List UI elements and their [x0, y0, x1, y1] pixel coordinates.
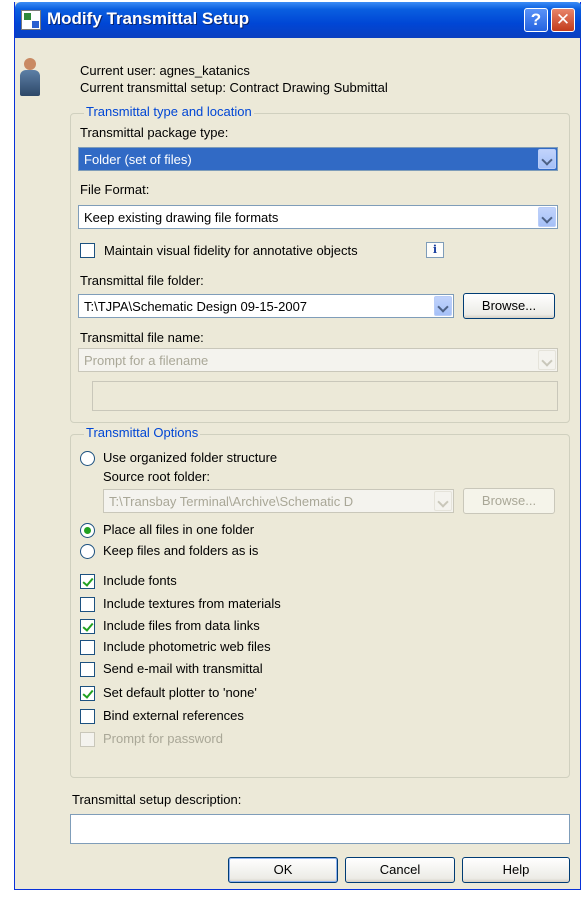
current-user-text: Current user: agnes_katanics [80, 63, 250, 78]
source-root-dropdown[interactable]: T:\Transbay Terminal\Archive\Schematic D [103, 489, 454, 513]
package-type-value: Folder (set of files) [84, 152, 192, 167]
app-icon [21, 10, 41, 30]
file-folder-dropdown[interactable]: T:\TJPA\Schematic Design 09-15-2007 [78, 294, 454, 318]
include-photometric-label: Include photometric web files [103, 639, 271, 654]
bind-xrefs-label: Bind external references [103, 708, 244, 723]
visual-fidelity-label: Maintain visual fidelity for annotative … [104, 243, 358, 258]
send-email-checkbox[interactable] [80, 662, 95, 677]
include-fonts-checkbox[interactable] [80, 574, 95, 589]
keep-structure-radio[interactable] [80, 544, 95, 559]
info-icon[interactable]: i [426, 242, 444, 258]
type-location-group-title: Transmittal type and location [84, 104, 254, 119]
organized-structure-radio[interactable] [80, 451, 95, 466]
one-folder-label: Place all files in one folder [103, 522, 255, 537]
send-email-label: Send e-mail with transmittal [103, 661, 263, 676]
ok-button[interactable]: OK [228, 857, 338, 883]
prompt-password-label: Prompt for password [103, 731, 223, 746]
file-format-label: File Format: [80, 182, 150, 197]
file-name-label: Transmittal file name: [80, 330, 204, 345]
include-textures-checkbox[interactable] [80, 597, 95, 612]
visual-fidelity-checkbox[interactable] [80, 243, 95, 258]
keep-structure-label: Keep files and folders as is [103, 543, 259, 558]
include-textures-label: Include textures from materials [103, 596, 281, 611]
file-name-value: Prompt for a filename [84, 353, 209, 368]
default-plotter-label: Set default plotter to 'none' [103, 685, 257, 700]
current-setup-text: Current transmittal setup: Contract Draw… [80, 80, 388, 95]
chevron-down-icon[interactable] [538, 207, 556, 227]
chevron-down-icon[interactable] [434, 296, 452, 316]
file-format-value: Keep existing drawing file formats [84, 210, 279, 225]
include-photometric-checkbox[interactable] [80, 640, 95, 655]
description-input[interactable] [70, 814, 570, 844]
include-data-links-checkbox[interactable] [80, 619, 95, 634]
help-button[interactable]: Help [462, 857, 570, 883]
chevron-down-icon [434, 491, 452, 511]
file-folder-value: T:\TJPA\Schematic Design 09-15-2007 [84, 299, 308, 314]
bind-xrefs-checkbox[interactable] [80, 709, 95, 724]
browse-source-button[interactable]: Browse... [463, 488, 555, 514]
source-root-label: Source root folder: [103, 469, 210, 484]
one-folder-radio[interactable] [80, 523, 95, 538]
organized-structure-label: Use organized folder structure [103, 450, 278, 465]
dialog-title: Modify Transmittal Setup [47, 9, 250, 28]
chevron-down-icon [538, 350, 556, 370]
package-type-label: Transmittal package type: [80, 125, 229, 140]
close-button[interactable]: ✕ [551, 8, 575, 32]
source-root-value: T:\Transbay Terminal\Archive\Schematic D [109, 494, 354, 509]
package-type-dropdown[interactable]: Folder (set of files) [78, 147, 558, 171]
file-name-dropdown[interactable]: Prompt for a filename [78, 348, 558, 372]
help-title-button[interactable]: ? [524, 8, 548, 32]
prompt-password-checkbox[interactable] [80, 732, 95, 747]
browse-folder-button[interactable]: Browse... [463, 293, 555, 319]
file-format-dropdown[interactable]: Keep existing drawing file formats [78, 205, 558, 229]
file-folder-label: Transmittal file folder: [80, 273, 204, 288]
chevron-down-icon[interactable] [538, 149, 556, 169]
cancel-button[interactable]: Cancel [345, 857, 455, 883]
description-label: Transmittal setup description: [72, 792, 242, 807]
include-fonts-label: Include fonts [103, 573, 177, 588]
user-icon [20, 58, 40, 98]
title-bar[interactable]: Modify Transmittal Setup ? ✕ [15, 2, 581, 38]
default-plotter-checkbox[interactable] [80, 686, 95, 701]
options-group-title: Transmittal Options [84, 425, 201, 440]
file-name-textbox[interactable] [92, 381, 558, 411]
include-data-links-label: Include files from data links [103, 618, 260, 633]
